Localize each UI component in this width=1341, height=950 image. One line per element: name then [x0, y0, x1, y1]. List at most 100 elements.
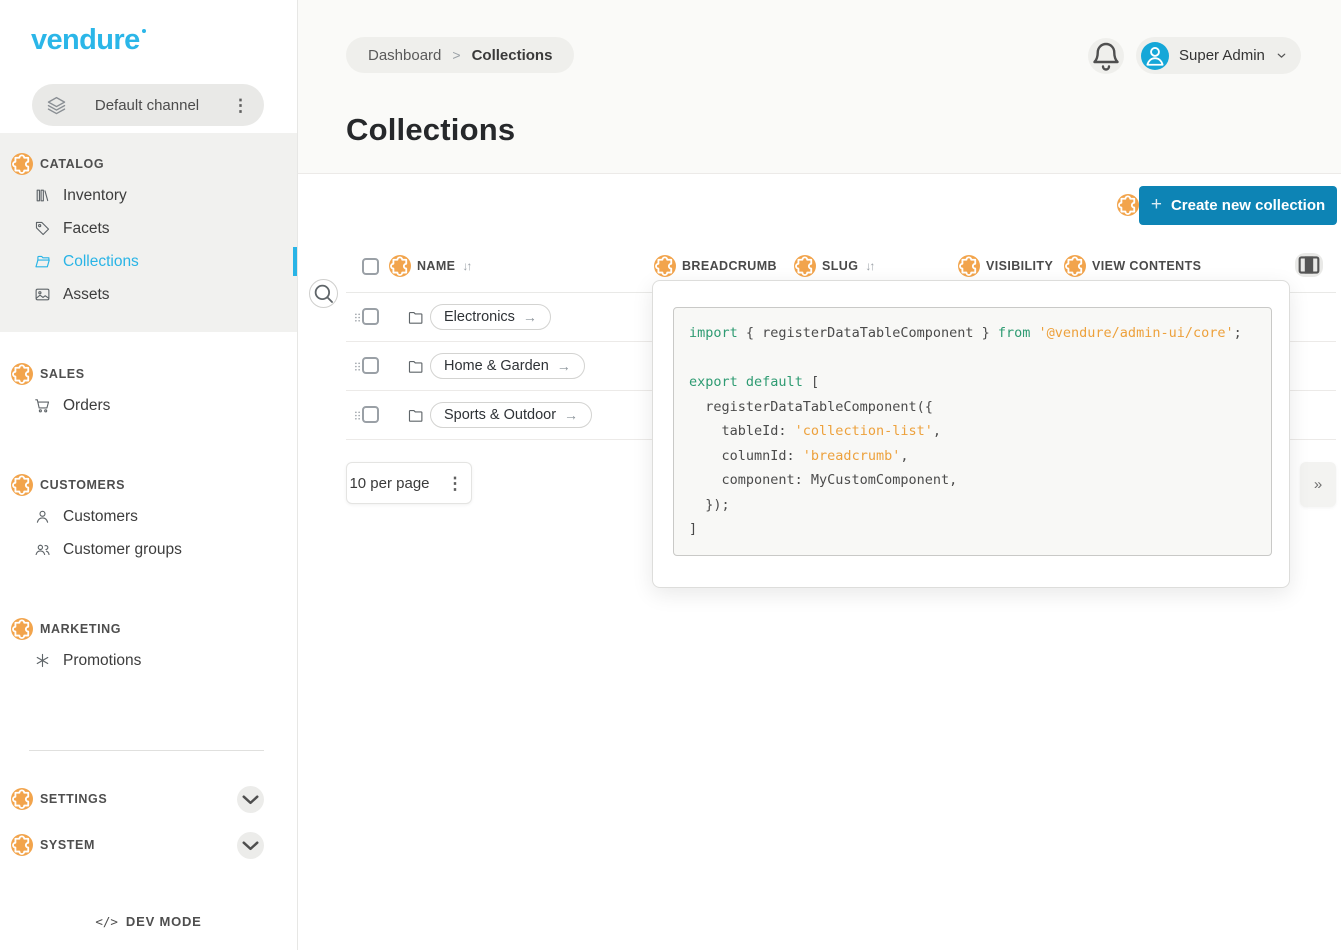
devmode-badge-create-button[interactable] [1117, 194, 1139, 216]
sidebar-nav: CATALOG Inventory Facets Collections Assets S… [0, 133, 297, 859]
devmode-badge-breadcrumb-column[interactable] [654, 255, 676, 277]
code-icon: </> [95, 914, 118, 929]
sidebar-item-label: Inventory [63, 187, 127, 205]
sidebar-item-collections[interactable]: Collections [0, 246, 297, 277]
sidebar-section-label: SALES [40, 367, 85, 381]
next-page-button[interactable]: » [1300, 462, 1336, 507]
column-header-slug: SLUG ↓↑ [794, 255, 873, 277]
column-label-breadcrumb[interactable]: BREADCRUMB [682, 259, 777, 273]
sidebar-section-label: CUSTOMERS [40, 478, 125, 492]
sidebar-item-label: Customers [63, 508, 138, 526]
sidebar-section-header: CATALOG [0, 150, 297, 178]
arrow-right-icon: → [523, 309, 537, 325]
sidebar-item-assets[interactable]: Assets [0, 279, 297, 310]
select-all-checkbox[interactable] [362, 258, 379, 275]
sidebar-item-facets[interactable]: Facets [0, 213, 297, 244]
sidebar-section-label: CATALOG [40, 157, 104, 171]
code-line: tableId: 'collection-list', [689, 419, 1263, 444]
page-title: Collections [346, 112, 515, 148]
section-collapse-button[interactable] [237, 832, 264, 859]
puzzle-icon[interactable] [11, 618, 33, 640]
puzzle-icon[interactable] [11, 834, 33, 856]
column-label-view-contents[interactable]: VIEW CONTENTS [1092, 259, 1201, 273]
logo-trademark-dot [142, 29, 146, 33]
puzzle-icon[interactable] [11, 363, 33, 385]
sidebar-section-catalog: CATALOG Inventory Facets Collections Assets [0, 133, 297, 332]
puzzle-icon[interactable] [11, 153, 33, 175]
sidebar-section-label: MARKETING [40, 622, 121, 636]
column-settings-button[interactable] [1295, 253, 1323, 277]
channel-selector[interactable]: Default channel ⋮ [32, 84, 264, 126]
code-line: import { registerDataTableComponent } fr… [689, 321, 1263, 346]
code-line: export default [ [689, 370, 1263, 395]
row-checkbox[interactable] [362, 357, 379, 374]
devmode-badge-slug-column[interactable] [794, 255, 816, 277]
sidebar-section-marketing: MARKETING Promotions [0, 615, 297, 676]
customer-groups-icon [34, 541, 51, 558]
breadcrumb-separator: > [452, 47, 460, 63]
table-search-button[interactable] [309, 279, 338, 308]
devmode-code-popup: import { registerDataTableComponent } fr… [652, 280, 1290, 588]
collection-chip[interactable]: Electronics→ [430, 304, 551, 330]
search-icon [310, 280, 337, 307]
code-line [689, 346, 1263, 371]
facets-icon [34, 220, 51, 237]
user-name: Super Admin [1179, 47, 1265, 64]
column-header-breadcrumb: BREADCRUMB [654, 255, 777, 277]
devmode-badge-view-contents-column[interactable] [1064, 255, 1086, 277]
breadcrumb: Dashboard > Collections [346, 37, 574, 73]
kebab-icon: ⋮ [442, 473, 469, 494]
column-label-name[interactable]: NAME [417, 259, 455, 273]
dev-mode-button[interactable]: </> DEV MODE [0, 914, 297, 929]
sort-icon[interactable]: ↓↑ [865, 259, 873, 273]
collection-name: Sports & Outdoor [444, 407, 556, 423]
breadcrumb-collections[interactable]: Collections [472, 47, 553, 64]
code-line: ] [689, 517, 1263, 542]
column-label-slug[interactable]: SLUG [822, 259, 858, 273]
devmode-badge-name-column[interactable] [389, 255, 411, 277]
sidebar-section-label: SETTINGS [40, 792, 107, 806]
assets-icon [34, 286, 51, 303]
notifications-button[interactable] [1088, 38, 1124, 74]
per-page-label: 10 per page [349, 475, 429, 492]
sidebar-item-label: Facets [63, 220, 110, 238]
sidebar-section-header: SETTINGS [0, 785, 297, 813]
sidebar-item-inventory[interactable]: Inventory [0, 180, 297, 211]
sidebar-section-header: MARKETING [0, 615, 297, 643]
row-checkbox[interactable] [362, 406, 379, 423]
page-header-band: Dashboard > Collections Super Admin Coll… [298, 0, 1341, 174]
section-collapse-button[interactable] [237, 786, 264, 813]
items-per-page-select[interactable]: 10 per page ⋮ [346, 462, 472, 504]
layers-icon [46, 95, 67, 116]
devmode-badge-visibility-column[interactable] [958, 255, 980, 277]
chevron-down-icon [1275, 49, 1288, 62]
puzzle-icon[interactable] [11, 788, 33, 810]
sidebar-item-orders[interactable]: Orders [0, 390, 297, 421]
columns-icon [1295, 251, 1323, 279]
bell-icon [1088, 38, 1124, 74]
sidebar-item-customers[interactable]: Customers [0, 501, 297, 532]
customers-icon [34, 508, 51, 525]
collection-chip[interactable]: Sports & Outdoor→ [430, 402, 592, 428]
breadcrumb-dashboard[interactable]: Dashboard [368, 47, 441, 64]
collection-chip[interactable]: Home & Garden→ [430, 353, 585, 379]
column-label-visibility[interactable]: VISIBILITY [986, 259, 1053, 273]
sidebar-section-header: SALES [0, 360, 297, 388]
sort-icon[interactable]: ↓↑ [462, 259, 470, 273]
kebab-icon[interactable]: ⋮ [227, 95, 254, 116]
sidebar-item-label: Customer groups [63, 541, 182, 559]
create-new-collection-button[interactable]: + Create new collection [1139, 186, 1337, 225]
dev-mode-label: DEV MODE [126, 914, 202, 929]
plus-icon: + [1151, 194, 1162, 216]
sidebar-section-label: SYSTEM [40, 838, 95, 852]
sidebar: vendure Default channel ⋮ CATALOG Invento… [0, 0, 298, 950]
sidebar-item-promotions[interactable]: Promotions [0, 645, 297, 676]
sidebar-section-header: CUSTOMERS [0, 471, 297, 499]
sidebar-item-label: Assets [63, 286, 110, 304]
user-menu[interactable]: Super Admin [1136, 37, 1301, 74]
vendure-logo[interactable]: vendure [31, 24, 146, 57]
row-checkbox[interactable] [362, 308, 379, 325]
puzzle-icon[interactable] [11, 474, 33, 496]
collections-icon [34, 253, 51, 270]
sidebar-item-customer-groups[interactable]: Customer groups [0, 534, 297, 565]
